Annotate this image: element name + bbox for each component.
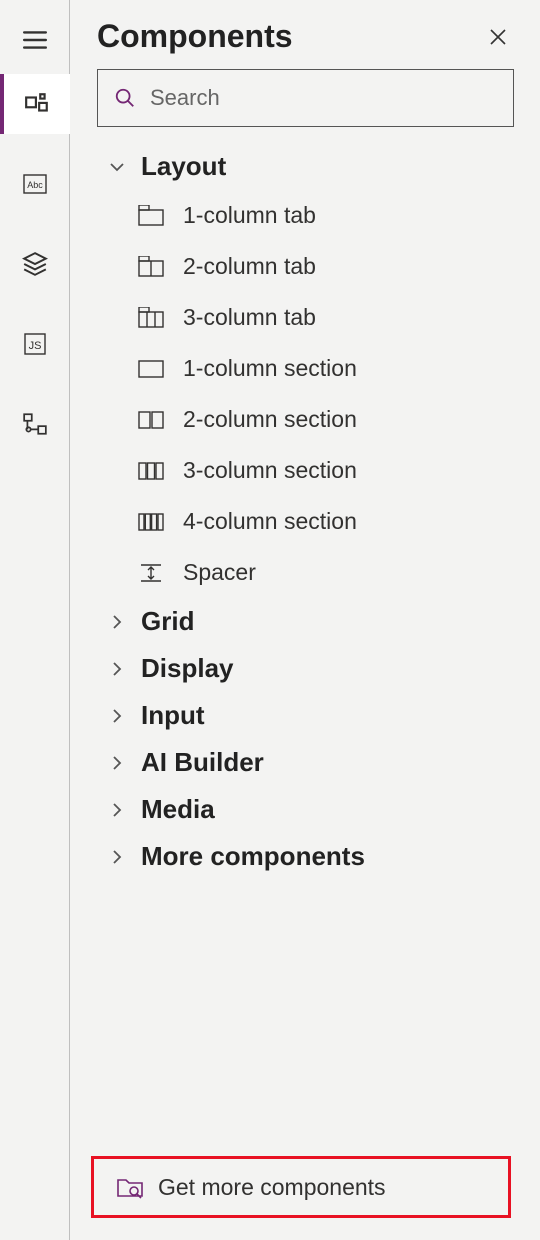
category-label: More components <box>141 841 365 872</box>
rail-layers-button[interactable] <box>0 234 70 294</box>
category-layout[interactable]: Layout <box>79 143 540 190</box>
close-panel-button[interactable] <box>482 21 514 53</box>
category-label: Input <box>141 700 205 731</box>
chevron-right-icon <box>107 847 127 867</box>
component-label: 4-column section <box>183 508 357 535</box>
footer-label: Get more components <box>158 1174 386 1201</box>
chevron-right-icon <box>107 800 127 820</box>
tree-icon <box>22 411 48 437</box>
components-panel: Components Layout 1-column ta <box>71 0 540 1240</box>
three-column-tab-icon <box>137 307 167 329</box>
category-label: Media <box>141 794 215 825</box>
three-column-section-icon <box>137 460 167 482</box>
js-icon: JS <box>21 332 49 356</box>
chevron-right-icon <box>107 753 127 773</box>
components-icon <box>24 91 50 117</box>
category-label: AI Builder <box>141 747 264 778</box>
component-2-column-tab[interactable]: 2-column tab <box>79 241 540 292</box>
svg-text:Abc: Abc <box>27 180 43 190</box>
category-ai-builder[interactable]: AI Builder <box>79 739 540 786</box>
component-label: Spacer <box>183 559 256 586</box>
component-label: 1-column tab <box>183 202 316 229</box>
component-4-column-section[interactable]: 4-column section <box>79 496 540 547</box>
spacer-icon <box>137 562 167 584</box>
category-label: Grid <box>141 606 194 637</box>
chevron-right-icon <box>107 659 127 679</box>
panel-title: Components <box>97 18 293 55</box>
two-column-section-icon <box>137 409 167 431</box>
hamburger-menu-button[interactable] <box>0 16 70 64</box>
category-grid[interactable]: Grid <box>79 598 540 645</box>
left-rail: Abc JS <box>0 0 70 1240</box>
component-label: 1-column section <box>183 355 357 382</box>
two-column-tab-icon <box>137 256 167 278</box>
component-label: 3-column tab <box>183 304 316 331</box>
components-tree: Layout 1-column tab 2-column tab 3-colum… <box>71 143 540 1240</box>
category-label: Display <box>141 653 234 684</box>
folder-search-icon <box>116 1175 144 1199</box>
svg-text:JS: JS <box>28 340 41 352</box>
category-label: Layout <box>141 151 226 182</box>
chevron-right-icon <box>107 706 127 726</box>
search-icon <box>114 87 136 109</box>
get-more-components-button[interactable]: Get more components <box>91 1156 511 1218</box>
search-input[interactable] <box>148 84 497 112</box>
rail-tree-structure-button[interactable] <box>0 394 70 454</box>
category-input[interactable]: Input <box>79 692 540 739</box>
category-more-components[interactable]: More components <box>79 833 540 880</box>
four-column-section-icon <box>137 511 167 533</box>
component-label: 3-column section <box>183 457 357 484</box>
component-label: 2-column section <box>183 406 357 433</box>
hamburger-icon <box>22 27 48 53</box>
search-box[interactable] <box>97 69 514 127</box>
rail-text-format-button[interactable]: Abc <box>0 154 70 214</box>
category-display[interactable]: Display <box>79 645 540 692</box>
abc-icon: Abc <box>20 172 50 196</box>
component-2-column-section[interactable]: 2-column section <box>79 394 540 445</box>
component-spacer[interactable]: Spacer <box>79 547 540 598</box>
panel-header: Components <box>71 0 540 65</box>
component-label: 2-column tab <box>183 253 316 280</box>
rail-components-button[interactable] <box>0 74 70 134</box>
one-column-section-icon <box>137 358 167 380</box>
chevron-right-icon <box>107 612 127 632</box>
chevron-down-icon <box>107 157 127 177</box>
layout-items: 1-column tab 2-column tab 3-column tab 1… <box>79 190 540 598</box>
category-media[interactable]: Media <box>79 786 540 833</box>
component-1-column-tab[interactable]: 1-column tab <box>79 190 540 241</box>
component-3-column-section[interactable]: 3-column section <box>79 445 540 496</box>
component-3-column-tab[interactable]: 3-column tab <box>79 292 540 343</box>
component-1-column-section[interactable]: 1-column section <box>79 343 540 394</box>
close-icon <box>488 27 508 47</box>
one-column-tab-icon <box>137 205 167 227</box>
layers-icon <box>22 251 48 277</box>
rail-js-button[interactable]: JS <box>0 314 70 374</box>
